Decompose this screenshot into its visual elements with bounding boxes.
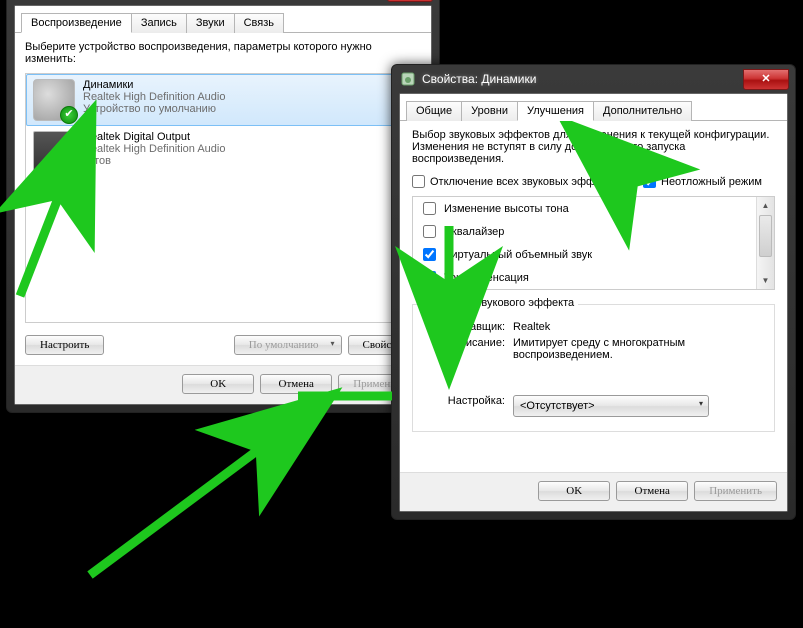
cancel-button[interactable]: Отмена xyxy=(616,481,688,501)
effect-item[interactable]: Тонкомпенсация xyxy=(413,266,774,289)
provider-key: Поставщик: xyxy=(423,321,513,333)
effect-checkbox[interactable] xyxy=(423,202,436,215)
effects-list[interactable]: Изменение высоты тона Эквалайзер Виртуал… xyxy=(412,196,775,290)
setting-value: <Отсутствует> xyxy=(513,395,764,417)
close-button[interactable]: ✕ xyxy=(743,69,789,90)
disable-all-checkbox[interactable] xyxy=(412,175,425,188)
effect-label: Виртуальный объемный звук xyxy=(444,249,592,261)
effect-properties-group: Свойства звукового эффекта Поставщик: Re… xyxy=(412,304,775,432)
speaker-icon xyxy=(400,71,416,87)
tab-recording[interactable]: Запись xyxy=(131,13,187,33)
provider-row: Поставщик: Realtek xyxy=(423,321,764,333)
titlebar[interactable]: Свойства: Динамики ✕ xyxy=(392,65,795,93)
set-default-button[interactable]: По умолчанию xyxy=(234,335,342,355)
group-legend: Свойства звукового эффекта xyxy=(421,297,578,309)
top-checkbox-row: Отключение всех звуковых эффектов Неотло… xyxy=(412,173,775,190)
properties-window: Свойства: Динамики ✕ Общие Уровни Улучше… xyxy=(391,64,796,520)
provider-value: Realtek xyxy=(513,321,764,333)
enhancements-body: Выбор звуковых эффектов для применения к… xyxy=(400,121,787,472)
properties-tabs: Общие Уровни Улучшения Дополнительно xyxy=(400,94,787,121)
effects-scrollbar[interactable]: ▲ ▼ xyxy=(756,197,774,289)
enhancements-blurb: Выбор звуковых эффектов для применения к… xyxy=(412,129,775,165)
apply-button[interactable]: Применить xyxy=(694,481,777,501)
immediate-check[interactable]: Неотложный режим xyxy=(643,175,762,188)
scroll-up-icon[interactable]: ▲ xyxy=(757,197,774,214)
setting-key: Настройка: xyxy=(423,395,513,417)
effect-label: Эквалайзер xyxy=(444,226,504,238)
sound-window: Звук ✕ Воспроизведение Запись Звуки Связ… xyxy=(6,0,440,413)
desc-key: Описание: xyxy=(423,337,513,361)
speaker-icon: ✔ xyxy=(33,79,75,121)
tab-sounds[interactable]: Звуки xyxy=(186,13,235,33)
effect-checkbox[interactable] xyxy=(423,225,436,238)
window-title: Свойства: Динамики xyxy=(422,72,743,86)
device-buttons-row: Настроить По умолчанию Свойства xyxy=(15,331,431,365)
device-status: Устройство по умолчанию xyxy=(83,103,225,115)
scroll-thumb[interactable] xyxy=(759,215,772,257)
desc-value: Имитирует среду с многократным воспроизв… xyxy=(513,337,764,361)
description-row: Описание: Имитирует среду с многократным… xyxy=(423,337,764,361)
properties-client: Общие Уровни Улучшения Дополнительно Выб… xyxy=(399,93,788,512)
disable-all-check[interactable]: Отключение всех звуковых эффектов xyxy=(412,175,623,188)
setting-combo-value: <Отсутствует> xyxy=(520,400,595,412)
setting-row: Настройка: <Отсутствует> xyxy=(423,395,764,417)
tab-levels[interactable]: Уровни xyxy=(461,101,518,121)
sound-tabs: Воспроизведение Запись Звуки Связь xyxy=(15,6,431,33)
digital-output-icon xyxy=(33,131,75,173)
setting-combo[interactable]: <Отсутствует> xyxy=(513,395,709,417)
device-item-digital[interactable]: Realtek Digital Output Realtek High Defi… xyxy=(26,126,420,178)
effect-item[interactable]: Изменение высоты тона xyxy=(413,197,774,220)
tab-communications[interactable]: Связь xyxy=(234,13,284,33)
tab-playback[interactable]: Воспроизведение xyxy=(21,13,132,33)
device-text: Realtek Digital Output Realtek High Defi… xyxy=(83,131,225,167)
effect-item[interactable]: Эквалайзер xyxy=(413,220,774,243)
sound-client: Воспроизведение Запись Звуки Связь Выбер… xyxy=(14,5,432,405)
immediate-checkbox[interactable] xyxy=(643,175,656,188)
device-driver: Realtek High Definition Audio xyxy=(83,91,225,103)
ok-button[interactable]: OK xyxy=(538,481,610,501)
sound-dialog-buttons: OK Отмена Применить xyxy=(15,365,431,404)
effect-item[interactable]: Виртуальный объемный звук xyxy=(413,243,774,266)
tab-advanced[interactable]: Дополнительно xyxy=(593,101,692,121)
effect-checkbox[interactable] xyxy=(423,271,436,284)
immediate-label: Неотложный режим xyxy=(661,176,762,188)
configure-button[interactable]: Настроить xyxy=(25,335,104,355)
device-text: Динамики Realtek High Definition Audio У… xyxy=(83,79,225,115)
device-name: Realtek Digital Output xyxy=(83,131,225,143)
scroll-down-icon[interactable]: ▼ xyxy=(757,272,774,289)
device-driver: Realtek High Definition Audio xyxy=(83,143,225,155)
tab-general[interactable]: Общие xyxy=(406,101,462,121)
close-icon: ✕ xyxy=(761,74,770,85)
disable-all-label: Отключение всех звуковых эффектов xyxy=(430,176,623,188)
effect-label: Тонкомпенсация xyxy=(444,272,529,284)
device-status: Готов xyxy=(83,155,225,167)
properties-dialog-buttons: OK Отмена Применить xyxy=(400,472,787,511)
cancel-button[interactable]: Отмена xyxy=(260,374,332,394)
ok-button[interactable]: OK xyxy=(182,374,254,394)
close-button[interactable]: ✕ xyxy=(387,0,433,2)
device-list[interactable]: ✔ Динамики Realtek High Definition Audio… xyxy=(25,73,421,323)
arrow-to-properties-button xyxy=(90,398,328,575)
effect-checkbox[interactable] xyxy=(423,248,436,261)
tab-enhancements[interactable]: Улучшения xyxy=(517,101,594,121)
default-check-icon: ✔ xyxy=(60,106,78,124)
instruction-text: Выберите устройство воспроизведения, пар… xyxy=(15,33,431,69)
effect-label: Изменение высоты тона xyxy=(444,203,569,215)
device-name: Динамики xyxy=(83,79,225,91)
device-item-speakers[interactable]: ✔ Динамики Realtek High Definition Audio… xyxy=(26,74,420,126)
